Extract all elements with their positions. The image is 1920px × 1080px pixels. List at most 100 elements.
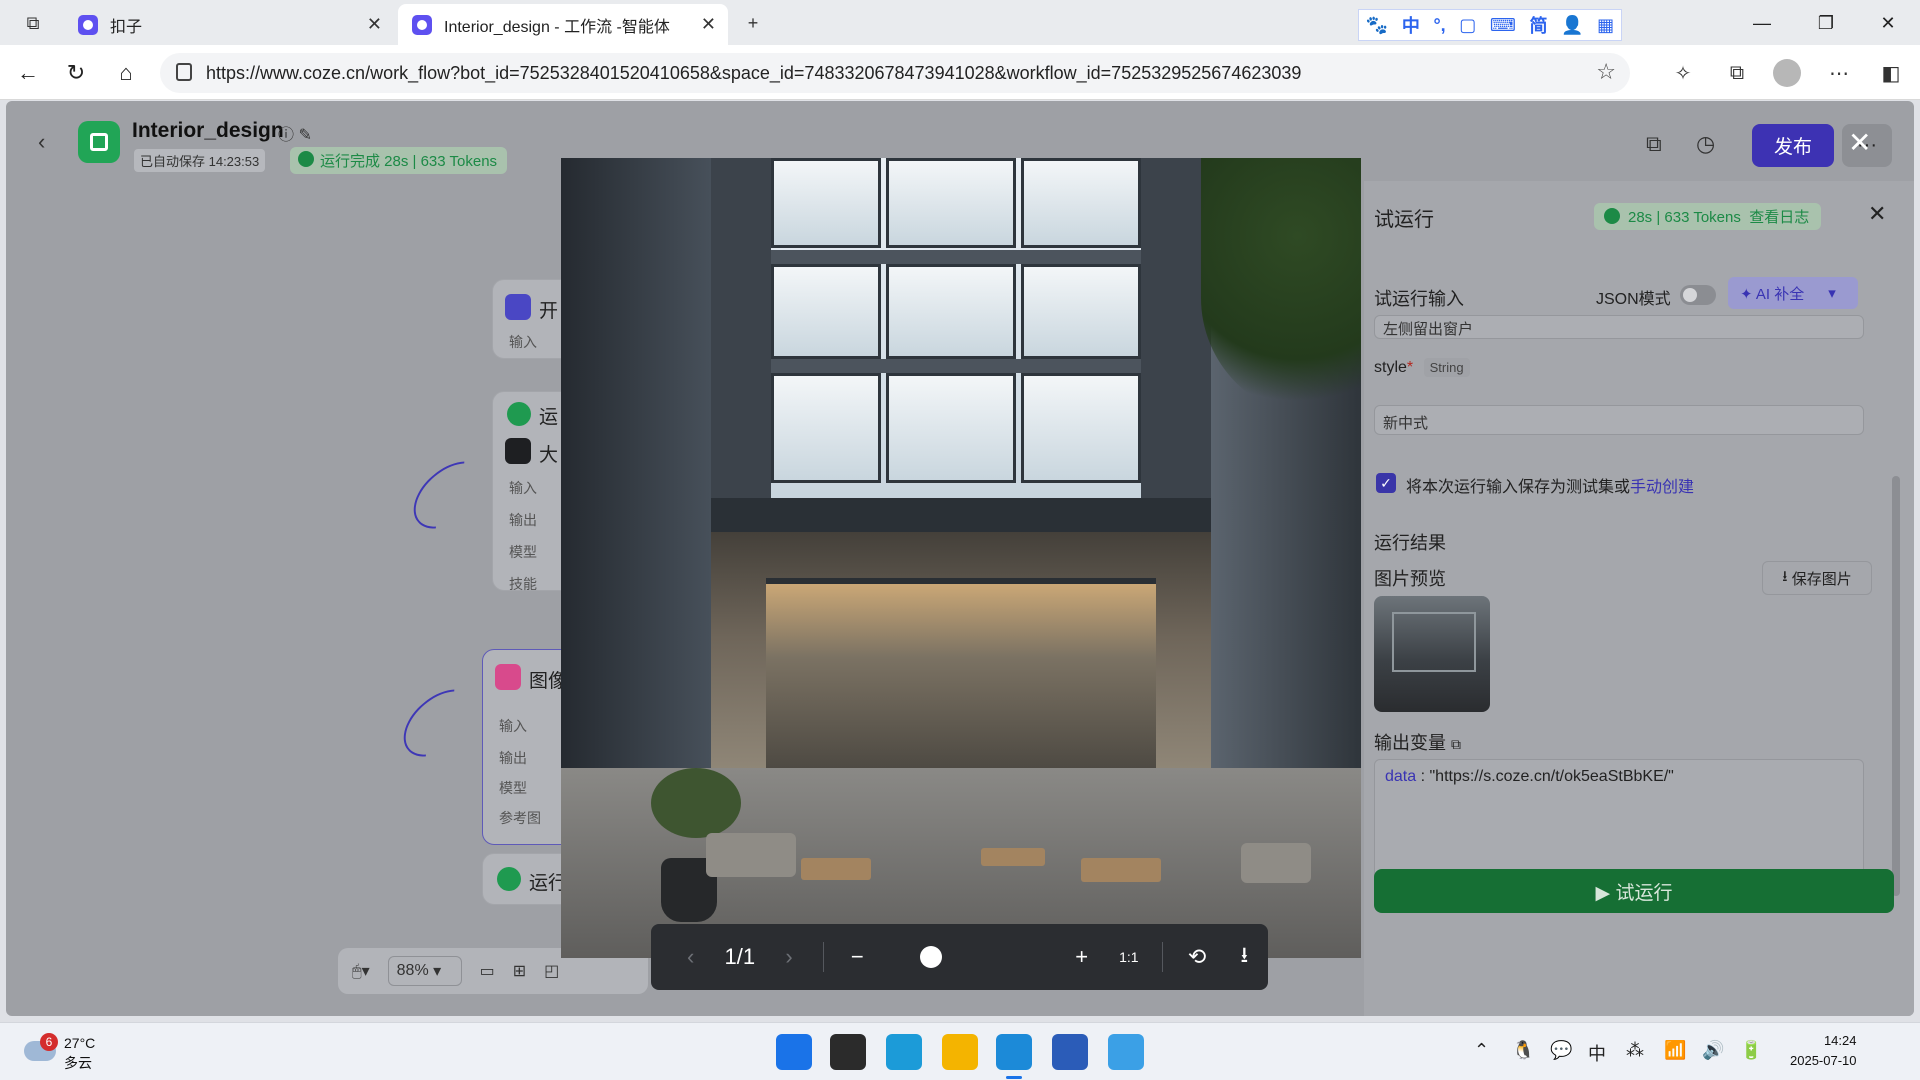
reload-icon[interactable]: ↻: [58, 55, 94, 91]
mouse-mode-icon[interactable]: 🖱▾: [352, 961, 370, 981]
previous-image-button[interactable]: ‹: [667, 933, 714, 981]
ime-user-icon[interactable]: 👤: [1561, 15, 1583, 36]
browser-tab-bar: ⧉ 扣子 ✕ Interior_design - 工作流 -智能体 ✕ + 🐾 …: [0, 0, 1920, 45]
task-view-icon[interactable]: [830, 1034, 866, 1070]
ai-fill-button[interactable]: ✦ AI 补全 ▾: [1728, 277, 1858, 309]
tray-overflow-icon[interactable]: ⌃: [1474, 1040, 1489, 1061]
manual-create-link[interactable]: 手动创建: [1630, 479, 1694, 496]
zoom-slider[interactable]: [881, 933, 1058, 981]
file-explorer-icon[interactable]: [942, 1034, 978, 1070]
ime-toolbar: 🐾 中 °, ▢ ⌨ 简 👤 ▦: [1358, 9, 1622, 41]
input-language-icon[interactable]: 中: [1588, 1040, 1606, 1066]
clock-time: 14:24: [1823, 1033, 1857, 1048]
panel-close-icon[interactable]: ✕: [1868, 201, 1886, 227]
tab-close-icon[interactable]: ✕: [367, 14, 382, 35]
ime-punctuation-icon[interactable]: °,: [1433, 15, 1445, 36]
app-tray-icon[interactable]: ⁂: [1626, 1040, 1644, 1061]
ime-language-toggle[interactable]: 中: [1402, 12, 1420, 38]
wechat-icon[interactable]: 💬: [1550, 1040, 1572, 1061]
tab-title: 扣子: [110, 18, 143, 36]
ime-skin-icon[interactable]: ▢: [1459, 15, 1476, 36]
minimize-button[interactable]: —: [1740, 6, 1784, 40]
result-image-thumbnail[interactable]: [1374, 596, 1490, 712]
more-menu-icon[interactable]: ⋯: [1822, 56, 1856, 90]
image-preview-label: 图片预览: [1374, 569, 1446, 589]
publish-button[interactable]: 发布: [1752, 124, 1834, 167]
tab-close-icon[interactable]: ✕: [701, 14, 716, 35]
qq-icon[interactable]: 🐧: [1512, 1040, 1534, 1061]
success-check-icon: [507, 402, 531, 426]
viewer-close-icon[interactable]: ✕: [1848, 126, 1871, 159]
rotate-icon[interactable]: ⟲: [1173, 933, 1220, 981]
next-image-button[interactable]: ›: [765, 933, 812, 981]
restore-button[interactable]: ❐: [1804, 6, 1848, 40]
download-icon: ⭳: [1782, 567, 1792, 585]
test-run-panel: 试运行 28s | 633 Tokens 查看日志 ✕ 试运行输入 JSON模式…: [1364, 181, 1914, 1016]
previous-input-field[interactable]: 左侧留出窗户: [1374, 315, 1864, 339]
json-mode-label: JSON模式: [1596, 291, 1671, 308]
sidebar-toggle-icon[interactable]: ◧: [1874, 56, 1908, 90]
start-icon[interactable]: [776, 1034, 812, 1070]
connection-line: [401, 448, 499, 542]
edit-icon[interactable]: ✎: [298, 127, 311, 144]
ime-keyboard-icon[interactable]: ⌨: [1490, 15, 1516, 36]
ime-paw-icon[interactable]: 🐾: [1366, 15, 1388, 36]
tab-interior-design[interactable]: Interior_design - 工作流 -智能体 ✕: [398, 4, 728, 45]
weather-widget[interactable]: 6 27°C 多云: [24, 1031, 144, 1073]
site-info-icon[interactable]: [176, 63, 192, 81]
battery-icon[interactable]: 🔋: [1740, 1040, 1762, 1061]
image-viewer-toolbar: ‹ 1/1 › − + 1:1 ⟲ ⭳: [651, 924, 1268, 990]
notepad-icon[interactable]: [1108, 1034, 1144, 1070]
volume-icon[interactable]: 🔊: [1702, 1040, 1724, 1061]
home-icon[interactable]: ⌂: [108, 55, 144, 91]
comment-icon[interactable]: ▭: [480, 961, 495, 981]
extensions-icon[interactable]: ✧: [1666, 56, 1700, 90]
ime-simplified-toggle[interactable]: 简: [1529, 12, 1547, 38]
save-testset-text: 将本次运行输入保存为测试集或手动创建: [1406, 479, 1695, 496]
edge-browser-icon[interactable]: [996, 1034, 1032, 1079]
windows-taskbar: 6 27°C 多云 ⌃ 🐧 💬 中 ⁂ 📶 🔊 🔋 14:24 2025-07-…: [0, 1022, 1920, 1080]
tab-actions-icon[interactable]: ⧉: [18, 8, 48, 38]
start-node-icon: [505, 294, 531, 320]
wifi-icon[interactable]: 📶: [1664, 1040, 1686, 1061]
tab-title: Interior_design - 工作流 -智能体: [444, 18, 670, 36]
tab-kouzi[interactable]: 扣子 ✕: [64, 4, 394, 45]
snipping-tool-icon[interactable]: [886, 1034, 922, 1070]
workflow-title: Interior_design: [132, 119, 284, 142]
test-run-button[interactable]: ▶ 试运行: [1374, 869, 1894, 913]
autosave-status: 已自动保存 14:23:53: [134, 149, 266, 172]
collections-icon[interactable]: ⧉: [1720, 56, 1754, 90]
zoom-in-button[interactable]: +: [1058, 933, 1105, 981]
weather-condition: 多云: [64, 1055, 92, 1071]
workflow-logo: [78, 121, 120, 163]
zoom-slider-handle[interactable]: [920, 946, 943, 968]
style-field-label: style* String: [1374, 358, 1470, 377]
back-chevron-icon[interactable]: ‹: [38, 129, 45, 155]
profile-avatar[interactable]: [1770, 56, 1804, 90]
save-image-button[interactable]: ⭳ 保存图片: [1762, 561, 1872, 595]
style-input[interactable]: 新中式: [1374, 405, 1864, 435]
back-arrow-icon[interactable]: ←: [10, 55, 46, 91]
close-window-button[interactable]: ✕: [1866, 6, 1910, 40]
ime-grid-icon[interactable]: ▦: [1597, 15, 1614, 36]
save-testset-checkbox[interactable]: ✓: [1376, 473, 1396, 493]
address-bar[interactable]: https://www.coze.cn/work_flow?bot_id=752…: [160, 53, 1630, 93]
view-log-link[interactable]: 查看日志: [1749, 209, 1809, 226]
zoom-out-button[interactable]: −: [834, 933, 881, 981]
minimap-icon[interactable]: ◰: [544, 961, 559, 981]
system-clock[interactable]: 14:24 2025-07-10: [1790, 1031, 1857, 1071]
info-icon[interactable]: ⓘ: [278, 127, 294, 144]
layout-icon[interactable]: ⊞: [513, 961, 526, 981]
new-tab-icon[interactable]: +: [738, 8, 768, 38]
zoom-select[interactable]: 88% ▾: [387, 956, 462, 986]
json-mode-toggle[interactable]: [1680, 285, 1716, 305]
copy-icon[interactable]: ⧉: [1646, 131, 1662, 157]
word-icon[interactable]: [1052, 1034, 1088, 1070]
connection-line: [391, 676, 489, 770]
favorite-star-icon[interactable]: ☆: [1596, 59, 1616, 85]
panel-scrollbar[interactable]: [1892, 476, 1900, 896]
result-section-label: 运行结果: [1374, 533, 1446, 553]
history-icon[interactable]: ◷: [1696, 131, 1715, 157]
actual-size-button[interactable]: 1:1: [1105, 933, 1152, 981]
download-icon[interactable]: ⭳: [1221, 933, 1268, 981]
